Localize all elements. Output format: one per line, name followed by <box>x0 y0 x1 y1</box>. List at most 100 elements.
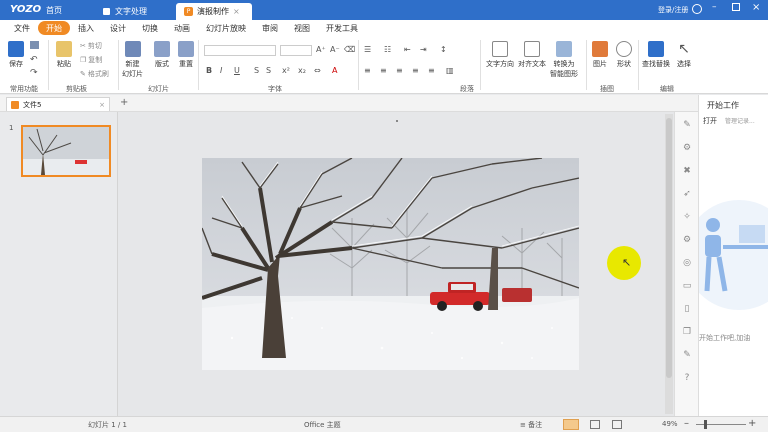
picture-label: 图片 <box>593 60 607 68</box>
cut-button[interactable]: ✂ 剪切 <box>80 41 102 51</box>
align-center-icon[interactable]: ≡ <box>380 66 387 75</box>
tools-icon[interactable]: ✖ <box>682 166 692 176</box>
slide-picture[interactable] <box>202 158 579 370</box>
divider <box>586 40 587 90</box>
document-tab[interactable]: 文件5 × <box>6 97 110 111</box>
find-replace-label: 查找替换 <box>642 60 670 68</box>
numbering-icon[interactable]: ☷ <box>384 45 391 54</box>
line-spacing-icon[interactable]: ↕ <box>440 45 447 54</box>
font-color-icon[interactable]: A <box>332 66 337 75</box>
align-right-icon[interactable]: ≡ <box>396 66 403 75</box>
menu-insert[interactable]: 插入 <box>70 21 102 35</box>
align-left-icon[interactable]: ≡ <box>364 66 371 75</box>
font-size-combo[interactable] <box>280 45 312 56</box>
shrink-font-icon[interactable]: A⁻ <box>330 45 340 54</box>
text-direction-button[interactable]: 文字方向 <box>486 41 514 69</box>
slide-thumbnail[interactable] <box>21 125 111 177</box>
sorter-view-button[interactable] <box>590 420 600 429</box>
zoom-in-button[interactable]: + <box>748 418 756 429</box>
copy-label: 复制 <box>88 56 103 64</box>
layout-button[interactable]: 版式 <box>154 41 170 69</box>
align-text-button[interactable]: 对齐文本 <box>518 41 546 69</box>
add-tab-button[interactable]: + <box>120 97 128 108</box>
menu-view[interactable]: 视图 <box>286 21 318 35</box>
bullets-icon[interactable]: ☰ <box>364 45 371 54</box>
clear-format-icon[interactable]: ⌫ <box>344 45 355 54</box>
reset-button[interactable]: 重置 <box>178 41 194 69</box>
menu-slideshow[interactable]: 幻灯片放映 <box>198 21 254 35</box>
find-replace-button[interactable]: 查找替换 <box>642 41 670 69</box>
convert-smartart-button[interactable]: 转换为 智能图形 <box>550 41 578 79</box>
format-painter-button[interactable]: ✎ 格式刷 <box>80 69 109 79</box>
zoom-out-button[interactable]: – <box>684 418 689 429</box>
underline-icon[interactable]: U <box>234 66 240 75</box>
brush-icon: ✎ <box>80 70 86 78</box>
picture-button[interactable]: 图片 <box>592 41 608 69</box>
justify-icon[interactable]: ≡ <box>412 66 419 75</box>
zoom-slider-thumb[interactable] <box>704 420 707 429</box>
group-clipboard: 剪贴板 <box>66 85 87 93</box>
subscript-icon[interactable]: x₂ <box>298 66 306 75</box>
menu-file[interactable]: 文件 <box>6 21 38 35</box>
menu-review[interactable]: 审阅 <box>254 21 286 35</box>
group-illustrations: 插图 <box>600 85 614 93</box>
menu-developer[interactable]: 开发工具 <box>318 21 366 35</box>
open-link[interactable]: 打开 <box>703 116 717 126</box>
shape-button[interactable]: 形状 <box>616 41 632 69</box>
superscript-icon[interactable]: x² <box>282 66 290 75</box>
grow-font-icon[interactable]: A⁺ <box>316 45 326 54</box>
italic-icon[interactable]: I <box>220 66 222 75</box>
help-icon[interactable]: ? <box>682 373 692 383</box>
manage-records-link[interactable]: 管理记录... <box>725 116 755 125</box>
pen-icon[interactable]: ✎ <box>682 120 692 130</box>
gear-group-icon[interactable]: ⚙ <box>682 235 692 245</box>
home-tab[interactable]: 首页 <box>46 5 62 16</box>
menu-animation[interactable]: 动画 <box>166 21 198 35</box>
maximize-icon[interactable] <box>732 3 740 11</box>
close-window-icon[interactable]: × <box>752 2 760 13</box>
animation-icon[interactable]: ✧ <box>682 212 692 222</box>
menu-design[interactable]: 设计 <box>102 21 134 35</box>
undo-icon[interactable]: ↶ <box>30 55 38 65</box>
print-icon[interactable] <box>30 41 39 49</box>
shadow-icon[interactable]: S <box>266 66 271 75</box>
scrollbar-thumb[interactable] <box>666 118 672 378</box>
comment-icon[interactable]: ▭ <box>682 281 692 291</box>
user-icon[interactable] <box>692 4 702 14</box>
divider <box>48 40 49 90</box>
settings-icon[interactable]: ⚙ <box>682 143 692 153</box>
normal-view-button[interactable] <box>563 419 579 430</box>
tab-presentation[interactable]: P 演报制作 × <box>176 3 252 20</box>
scissors-icon: ✂ <box>80 42 86 50</box>
close-tab-icon[interactable]: × <box>233 7 240 16</box>
rocket-icon[interactable]: ➶ <box>682 189 692 199</box>
new-slide-button[interactable]: 新建 幻灯片 <box>122 41 143 79</box>
minimize-icon[interactable]: – <box>712 2 717 12</box>
edit-icon[interactable]: ✎ <box>682 350 692 360</box>
increase-indent-icon[interactable]: ⇥ <box>420 45 427 54</box>
menu-bar: 文件 开始 插入 设计 切换 动画 幻灯片放映 审阅 视图 开发工具 <box>0 20 768 36</box>
slideshow-view-button[interactable] <box>612 420 622 429</box>
close-tab-icon[interactable]: × <box>99 101 105 109</box>
paste-button[interactable]: 粘贴 <box>56 41 72 69</box>
font-name-combo[interactable] <box>204 45 276 56</box>
strikethrough-icon[interactable]: S <box>254 66 259 75</box>
char-spacing-icon[interactable]: ⇔ <box>314 66 321 75</box>
copy-icon[interactable]: ❐ <box>682 327 692 337</box>
redo-icon[interactable]: ↷ <box>30 68 38 78</box>
clipboard-icon[interactable]: ▯ <box>682 304 692 314</box>
copy-button[interactable]: ❐ 复制 <box>80 55 102 65</box>
decrease-indent-icon[interactable]: ⇤ <box>404 45 411 54</box>
save-button[interactable]: 保存 <box>8 41 24 69</box>
tab-word-processing[interactable]: 文字处理 <box>94 3 170 20</box>
shape-icon <box>616 41 632 57</box>
select-button[interactable]: ↖ 选择 <box>676 41 692 69</box>
distribute-icon[interactable]: ≡ <box>428 66 435 75</box>
transition-icon[interactable]: ◎ <box>682 258 692 268</box>
notes-button[interactable]: ≡ 备注 <box>520 420 542 430</box>
columns-icon[interactable]: ▥ <box>446 66 454 75</box>
bold-icon[interactable]: B <box>206 66 212 75</box>
menu-transition[interactable]: 切换 <box>134 21 166 35</box>
login-link[interactable]: 登录/注册 <box>658 5 688 15</box>
menu-home[interactable]: 开始 <box>38 21 70 35</box>
